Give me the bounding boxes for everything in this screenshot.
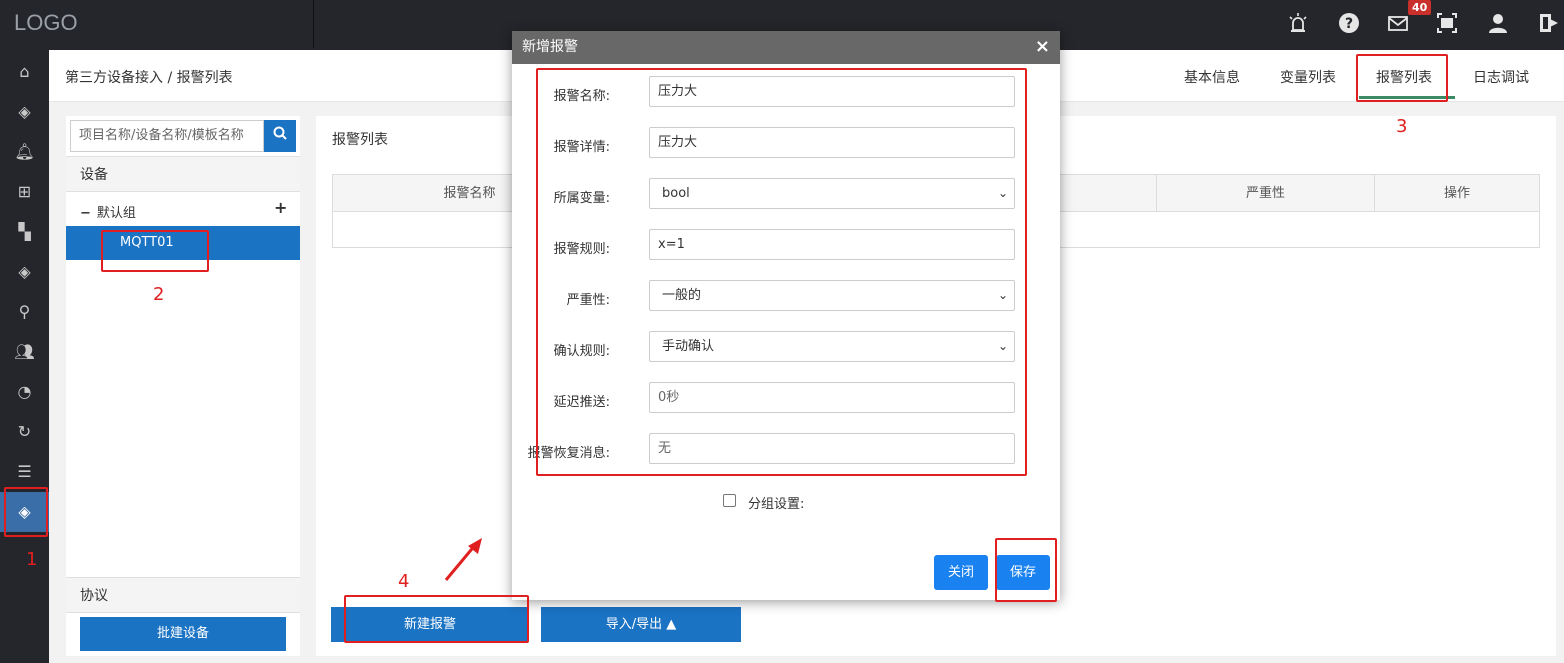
location-icon[interactable]: ⚲ [0, 292, 49, 332]
add-device-icon[interactable]: + [274, 198, 287, 217]
dialog-header: 新增报警 × [512, 31, 1060, 64]
mail-icon[interactable] [1385, 12, 1411, 38]
annotation-box-2 [101, 230, 209, 272]
device-section-header: 设备 [66, 156, 300, 192]
fullscreen-icon[interactable] [1434, 12, 1460, 38]
group-settings-label: 分组设置: [748, 497, 805, 512]
layers-icon[interactable]: ◈ [0, 92, 49, 132]
batch-create-button[interactable]: 批建设备 [80, 617, 286, 651]
column-header: 操作 [1375, 175, 1539, 212]
add-box-icon[interactable]: ⊞ [0, 172, 49, 212]
collapse-icon[interactable]: − [80, 206, 91, 221]
annotation-box-form [536, 68, 1027, 476]
alarm-light-icon[interactable] [1285, 12, 1311, 38]
logo: LOGO [0, 0, 314, 48]
tab-variable-list[interactable]: 变量列表 [1280, 67, 1336, 87]
dialog-title: 新增报警 [522, 39, 578, 55]
device-panel: 项目名称/设备名称/模板名称 设备 − 默认组 + MQTT01 协议 批建设备 [66, 116, 300, 656]
home-icon[interactable]: ⌂ [0, 52, 49, 92]
left-nav: ⌂ ◈ 🔔︎ ⊞ ▚ ◈ ⚲ 👥︎ ◔ ↻ ☰ ◈ [0, 50, 49, 663]
group-label: 默认组 [96, 206, 136, 221]
close-icon[interactable]: × [1035, 31, 1050, 63]
search-icon [273, 126, 287, 140]
close-button[interactable]: 关闭 [934, 555, 988, 590]
panel-title: 报警列表 [332, 132, 388, 148]
column-header: 严重性 [1157, 175, 1375, 212]
app-root: LOGO ? 40 ⌂ ◈ 🔔︎ ⊞ ▚ ◈ ⚲ 👥︎ ◔ ↻ ☰ ◈ 第三方设… [0, 0, 1564, 663]
help-icon[interactable]: ? [1336, 12, 1362, 38]
annotation-box-4 [344, 595, 529, 643]
group-settings-checkbox[interactable] [723, 494, 736, 507]
search-input[interactable]: 项目名称/设备名称/模板名称 [70, 120, 264, 152]
stack-icon[interactable]: ◈ [0, 252, 49, 292]
user-icon[interactable] [1485, 12, 1511, 38]
annotation-number-1: 1 [26, 549, 38, 570]
tab-log-debug[interactable]: 日志调试 [1473, 67, 1529, 87]
dashboard-icon[interactable]: ▚ [0, 212, 49, 252]
annotation-number-3: 3 [1396, 116, 1408, 137]
annotation-arrow [444, 538, 482, 581]
cycle-icon[interactable]: ↻ [0, 412, 49, 452]
protocol-section-header[interactable]: 协议 [66, 577, 300, 613]
annotation-box-save [995, 538, 1057, 602]
annotation-box-1 [4, 487, 48, 537]
group-item[interactable]: − 默认组 [80, 202, 136, 221]
annotation-number-2: 2 [153, 284, 165, 305]
svg-text:?: ? [1345, 16, 1353, 32]
search-button[interactable] [264, 120, 296, 152]
import-export-button[interactable]: 导入/导出 ▲ [541, 607, 741, 642]
bell-icon[interactable]: 🔔︎ [0, 132, 49, 172]
tab-basic-info[interactable]: 基本信息 [1184, 67, 1240, 87]
list-icon[interactable]: ☰ [0, 452, 49, 492]
breadcrumb: 第三方设备接入 / 报警列表 [65, 70, 233, 86]
annotation-number-4: 4 [398, 571, 410, 592]
logout-icon[interactable] [1535, 12, 1561, 38]
group-icon[interactable]: 👥︎ [0, 332, 49, 372]
gauge-icon[interactable]: ◔ [0, 372, 49, 412]
annotation-box-3 [1356, 54, 1448, 102]
mail-count-badge: 40 [1408, 0, 1432, 15]
